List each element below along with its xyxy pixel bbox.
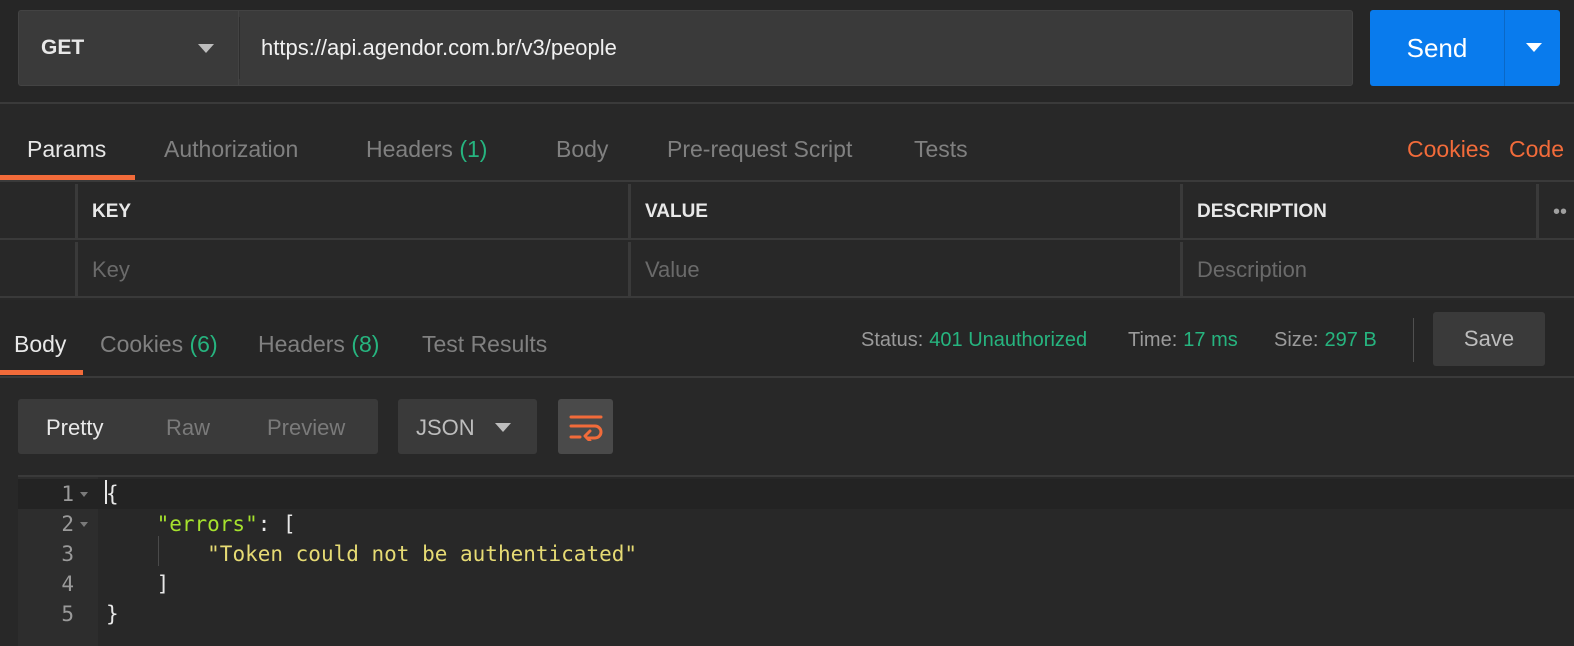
response-tab-cookies[interactable]: Cookies (6) (100, 331, 218, 358)
cookies-link[interactable]: Cookies (1407, 136, 1490, 163)
code-text: "errors": [ (106, 512, 296, 536)
response-tab-test-results[interactable]: Test Results (422, 331, 547, 358)
status-readout: Status: 401 Unauthorized (861, 329, 1087, 352)
line-number: 1 (61, 482, 74, 506)
response-bar: Body Cookies (6) Headers (8) Test Result… (0, 300, 1574, 378)
tab-prerequest-script[interactable]: Pre-request Script (667, 136, 852, 163)
time-label: Time: (1128, 329, 1178, 351)
send-options-button[interactable] (1504, 10, 1560, 86)
line-number: 3 (61, 542, 74, 566)
code-line: 2 "errors": [ (18, 509, 1574, 539)
json-punctuation: ] (156, 572, 170, 596)
chevron-down-icon (1526, 43, 1542, 52)
response-body-editor[interactable]: 1 { 2 "errors": [ 3 "Token could not be … (18, 475, 1574, 646)
cookies-count: (6) (189, 331, 218, 357)
raw-option[interactable]: Raw (166, 415, 210, 441)
tab-tests[interactable]: Tests (914, 136, 968, 163)
indent-guide (158, 536, 159, 566)
code-text: { (106, 482, 119, 506)
request-bar: GET https://api.agendor.com.br/v3/people… (0, 0, 1574, 104)
code-line: 4 ] (18, 569, 1574, 599)
params-table: KEY VALUE DESCRIPTION •• Key Value Descr… (0, 184, 1574, 298)
json-punctuation: : [ (257, 512, 296, 536)
time-value: 17 ms (1183, 329, 1238, 351)
request-tabs: Params Authorization Headers (1) Body Pr… (0, 106, 1574, 182)
active-tab-indicator (0, 175, 135, 180)
headers-count: (1) (459, 136, 488, 162)
view-mode-group: Pretty Raw Preview (18, 399, 378, 454)
params-header-row: KEY VALUE DESCRIPTION •• (0, 184, 1574, 240)
size-readout: Size: 297 B (1274, 329, 1377, 352)
line-number: 4 (61, 572, 74, 596)
description-input[interactable]: Description (1180, 242, 1574, 298)
response-tab-headers[interactable]: Headers (8) (258, 331, 379, 358)
size-value: 297 B (1324, 329, 1377, 351)
tab-body[interactable]: Body (556, 136, 608, 163)
code-text: } (106, 602, 119, 626)
send-button[interactable]: Send (1370, 10, 1504, 86)
method-select[interactable]: GET (18, 10, 238, 86)
code-line: 3 "Token could not be authenticated" (18, 539, 1574, 569)
chevron-down-icon (495, 423, 511, 432)
preview-option[interactable]: Preview (267, 415, 345, 441)
text-cursor (105, 480, 107, 504)
tab-headers[interactable]: Headers (1) (366, 136, 487, 163)
response-headers-label: Headers (258, 331, 345, 357)
pretty-option[interactable]: Pretty (46, 415, 103, 441)
status-label: Status: (861, 329, 924, 351)
format-label: JSON (416, 415, 475, 440)
more-options-icon[interactable]: •• (1536, 184, 1574, 240)
status-value: 401 Unauthorized (929, 329, 1088, 351)
code-text: ] (106, 572, 170, 596)
json-key: "errors" (156, 512, 258, 536)
url-input[interactable]: https://api.agendor.com.br/v3/people (238, 10, 1353, 86)
time-readout: Time: 17 ms (1128, 329, 1238, 352)
method-label: GET (41, 36, 85, 59)
tab-headers-label: Headers (366, 136, 453, 162)
wrap-lines-icon (569, 415, 602, 441)
chevron-down-icon (198, 44, 214, 53)
active-tab-indicator (0, 370, 83, 375)
wrap-lines-button[interactable] (558, 399, 613, 454)
key-column-header: KEY (75, 184, 628, 240)
code-line: 1 { (18, 479, 1574, 509)
params-empty-row: Key Value Description (0, 242, 1574, 298)
line-number: 2 (61, 512, 74, 536)
fold-arrow-icon[interactable] (80, 522, 88, 527)
description-column-header: DESCRIPTION (1180, 184, 1536, 240)
response-headers-count: (8) (351, 331, 380, 357)
divider (1413, 318, 1414, 362)
value-column-header: VALUE (628, 184, 1180, 240)
code-line: 5 } (18, 599, 1574, 629)
size-label: Size: (1274, 329, 1319, 351)
key-input[interactable]: Key (75, 242, 628, 298)
value-input[interactable]: Value (628, 242, 1180, 298)
code-text: "Token could not be authenticated" (106, 542, 637, 566)
fold-arrow-icon[interactable] (80, 492, 88, 497)
line-number: 5 (61, 602, 74, 626)
response-cookies-label: Cookies (100, 331, 184, 357)
json-string: "Token could not be authenticated" (207, 542, 638, 566)
save-response-button[interactable]: Save (1433, 312, 1545, 366)
tab-authorization[interactable]: Authorization (164, 136, 298, 163)
code-link[interactable]: Code (1509, 136, 1564, 163)
response-tab-body[interactable]: Body (14, 331, 66, 358)
format-select[interactable]: JSON (398, 399, 537, 454)
tab-params[interactable]: Params (27, 136, 106, 163)
